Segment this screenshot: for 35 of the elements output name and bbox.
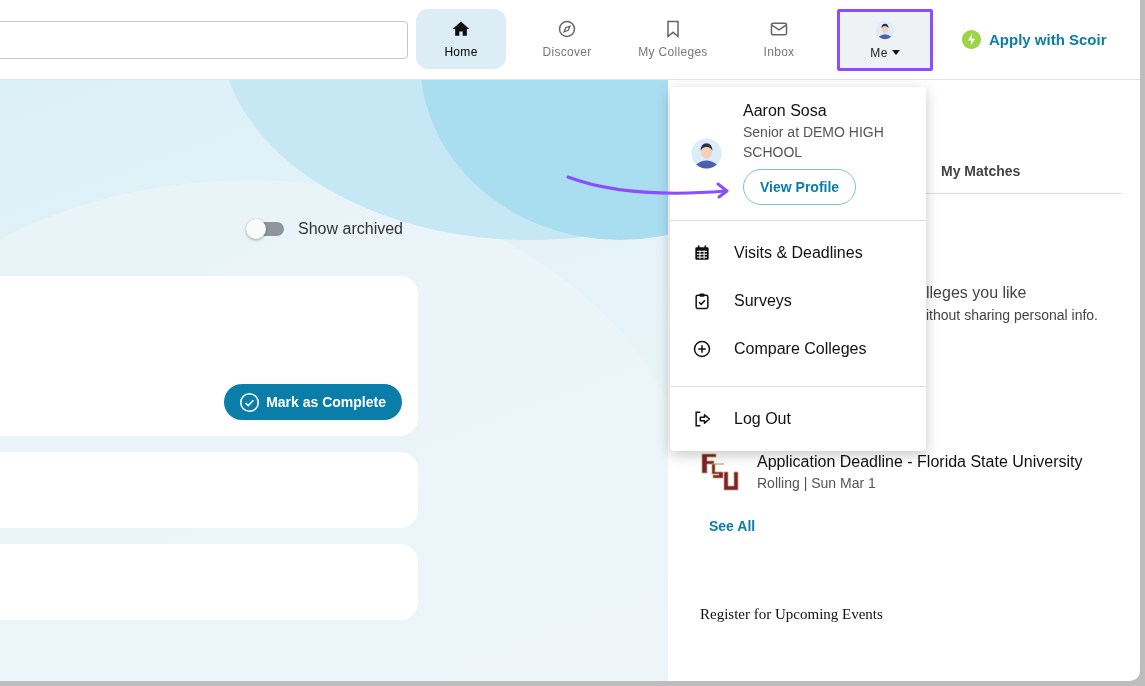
lightning-bolt-icon bbox=[961, 29, 982, 50]
section-heading: Register for Upcoming Events bbox=[700, 606, 884, 623]
clipboard-check-icon bbox=[692, 291, 712, 311]
avatar-icon bbox=[875, 19, 895, 40]
search-field[interactable] bbox=[0, 20, 408, 59]
mark-complete-button[interactable]: Mark as Complete bbox=[224, 384, 402, 420]
plus-circle-icon bbox=[692, 339, 712, 359]
avatar-icon bbox=[690, 137, 723, 170]
compass-icon bbox=[557, 18, 577, 39]
nav-tab[interactable]: Inbox bbox=[734, 8, 824, 69]
university-logo-icon bbox=[700, 452, 740, 492]
menu-item[interactable]: Surveys bbox=[670, 277, 926, 325]
menu-item[interactable]: Compare Colleges bbox=[670, 325, 926, 373]
deadline-title: Application Deadline - Florida State University bbox=[757, 453, 1083, 471]
nav-tab[interactable]: Home bbox=[416, 8, 506, 69]
user-subtitle: Senior at DEMO HIGH SCHOOL bbox=[743, 123, 885, 162]
deadline-date: Rolling | Sun Mar 1 bbox=[757, 475, 877, 491]
calendar-icon bbox=[692, 243, 712, 263]
view-profile-button[interactable]: View Profile bbox=[743, 169, 857, 205]
check-circle-icon bbox=[239, 391, 261, 413]
apply-button[interactable]: Apply with Scoir bbox=[961, 29, 1107, 50]
logout-icon bbox=[692, 409, 712, 429]
menu-item[interactable]: Log Out bbox=[670, 395, 926, 443]
nav-tab[interactable]: My Colleges bbox=[628, 8, 718, 69]
user-name: Aaron Sosa bbox=[743, 102, 828, 120]
see-all-link[interactable]: See All bbox=[709, 518, 756, 534]
toggle-switch[interactable] bbox=[248, 222, 285, 236]
menu-item[interactable]: Visits & Deadlines bbox=[670, 229, 926, 277]
nav-tab[interactable]: Discover bbox=[522, 8, 612, 69]
toggle-label: Show archived bbox=[298, 220, 403, 238]
intro-text: ithout sharing personal info. bbox=[926, 307, 1099, 323]
caret-icon bbox=[891, 50, 900, 55]
nav-tab[interactable]: Me bbox=[837, 8, 933, 71]
panel-tab[interactable]: My Matches bbox=[941, 163, 1021, 185]
intro-heading: lleges you like bbox=[926, 284, 1028, 302]
